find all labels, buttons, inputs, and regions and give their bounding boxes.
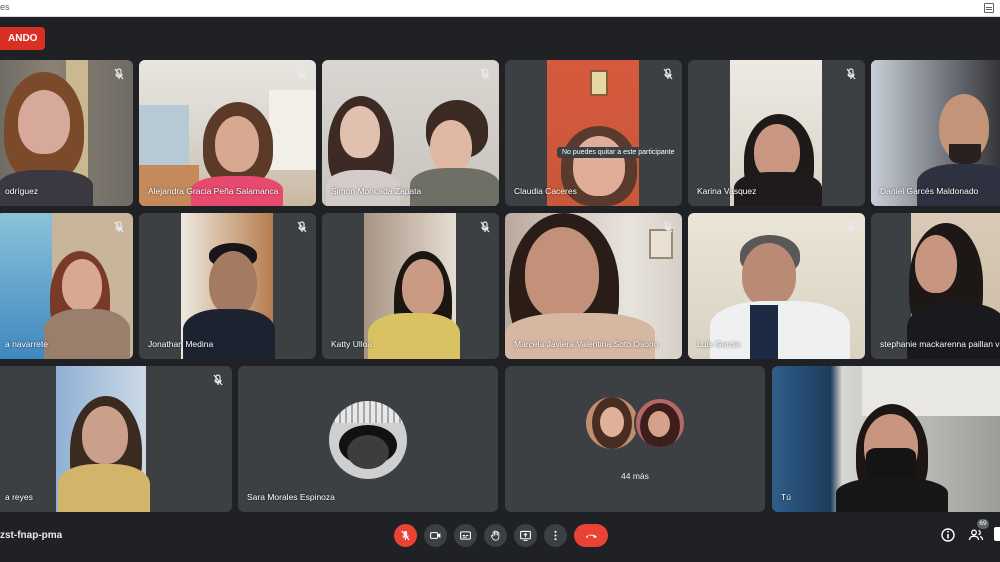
participant-name: Simon Moncada Zapata [331, 186, 422, 196]
participant-tile-7[interactable]: a navarrete [0, 213, 133, 359]
participant-tile-13[interactable]: a reyes [0, 366, 232, 512]
participant-tile-6[interactable]: Daniel Garcés Maldonado [871, 60, 1000, 206]
mic-off-icon [213, 374, 223, 386]
raise-hand-icon [490, 530, 500, 541]
participant-count-badge: 69 [977, 519, 989, 529]
participant-video [0, 366, 232, 512]
participant-tile-2[interactable]: Alejandra Gracia Peña Salamanca [139, 60, 316, 206]
closed-caption-icon [460, 531, 471, 540]
participant-tile-1[interactable]: odríguez [0, 60, 133, 206]
camera-toggle-button[interactable] [424, 524, 447, 547]
browser-top-bar: es [0, 0, 1000, 17]
info-icon[interactable] [940, 527, 956, 543]
avatar [634, 397, 686, 449]
more-vert-icon [554, 530, 557, 541]
reader-mode-icon[interactable] [984, 3, 994, 13]
mic-off-icon [846, 221, 856, 233]
participant-tile-9[interactable]: Katty Ulloa [322, 213, 499, 359]
mic-off-icon [663, 68, 673, 80]
mic-toggle-button[interactable] [394, 524, 417, 547]
mic-off-icon [114, 68, 124, 80]
leave-call-button[interactable] [574, 524, 608, 547]
self-tile[interactable]: Tú [772, 366, 1000, 512]
participant-name: Luis Garcia [697, 339, 740, 349]
mic-off-icon [401, 530, 410, 541]
participant-video [505, 60, 682, 206]
more-participants-count: 44 más [621, 471, 649, 481]
participant-name: Claudia Caceres [514, 186, 577, 196]
recording-badge[interactable]: ANDO [0, 27, 46, 50]
mic-off-icon [663, 221, 673, 233]
videocam-icon [430, 532, 441, 539]
people-icon[interactable] [968, 527, 984, 543]
participant-tile-8[interactable]: Jonathan Medina [139, 213, 316, 359]
participant-video [772, 366, 1000, 512]
participant-name: Jonathan Medina [148, 339, 214, 349]
present-screen-button[interactable] [514, 524, 537, 547]
participant-name: Daniel Garcés Maldonado [880, 186, 979, 196]
participant-tile-12[interactable]: stephanie mackarenna paillan v [871, 213, 1000, 359]
participant-tile-5[interactable]: Karina Vasquez [688, 60, 865, 206]
present-screen-icon [520, 530, 531, 541]
mic-off-icon [846, 68, 856, 80]
call-end-icon [585, 534, 597, 539]
participant-name: Katty Ulloa [331, 339, 373, 349]
tooltip: No puedes quitar a este participante [557, 147, 680, 158]
mic-off-icon [114, 221, 124, 233]
participant-video [505, 213, 682, 359]
participant-video [871, 60, 1000, 206]
participant-video [688, 60, 865, 206]
participant-name: Marcela Javiera Valentina Soto Osorio [514, 339, 659, 349]
more-options-button[interactable] [544, 524, 567, 547]
avatar [329, 401, 407, 479]
control-bar: zst-fnap-pma [0, 516, 1000, 562]
participant-name: Sara Morales Espinoza [247, 492, 335, 502]
chat-icon[interactable] [994, 527, 1000, 541]
participant-name: Tú [781, 492, 791, 502]
raise-hand-button[interactable] [484, 524, 507, 547]
participant-video [688, 213, 865, 359]
captions-button[interactable] [454, 524, 477, 547]
participant-video [139, 213, 316, 359]
participant-name: a navarrete [5, 339, 48, 349]
meeting-code[interactable]: zst-fnap-pma [0, 530, 62, 541]
participant-video [139, 60, 316, 206]
participant-name: stephanie mackarenna paillan v [880, 339, 1000, 349]
participant-tile-4[interactable]: Claudia Caceres [505, 60, 682, 206]
browser-tab-title[interactable]: es [0, 2, 10, 12]
avatar [586, 397, 638, 449]
mic-off-icon [480, 221, 490, 233]
mic-off-icon [480, 68, 490, 80]
participant-tile-14[interactable]: Sara Morales Espinoza [238, 366, 498, 512]
participant-video [871, 213, 1000, 359]
participant-video [322, 60, 499, 206]
participant-tile-3[interactable]: Simon Moncada Zapata [322, 60, 499, 206]
participant-tile-10[interactable]: Marcela Javiera Valentina Soto Osorio [505, 213, 682, 359]
overflow-tile[interactable]: 44 más [505, 366, 765, 512]
participant-name: odríguez [5, 186, 39, 196]
mic-off-icon [297, 68, 307, 80]
participant-video [322, 213, 499, 359]
participant-name: Karina Vasquez [697, 186, 757, 196]
participant-name: a reyes [5, 492, 33, 502]
participant-tile-11[interactable]: Luis Garcia [688, 213, 865, 359]
participant-name: Alejandra Gracia Peña Salamanca [148, 186, 279, 196]
mic-off-icon [297, 221, 307, 233]
